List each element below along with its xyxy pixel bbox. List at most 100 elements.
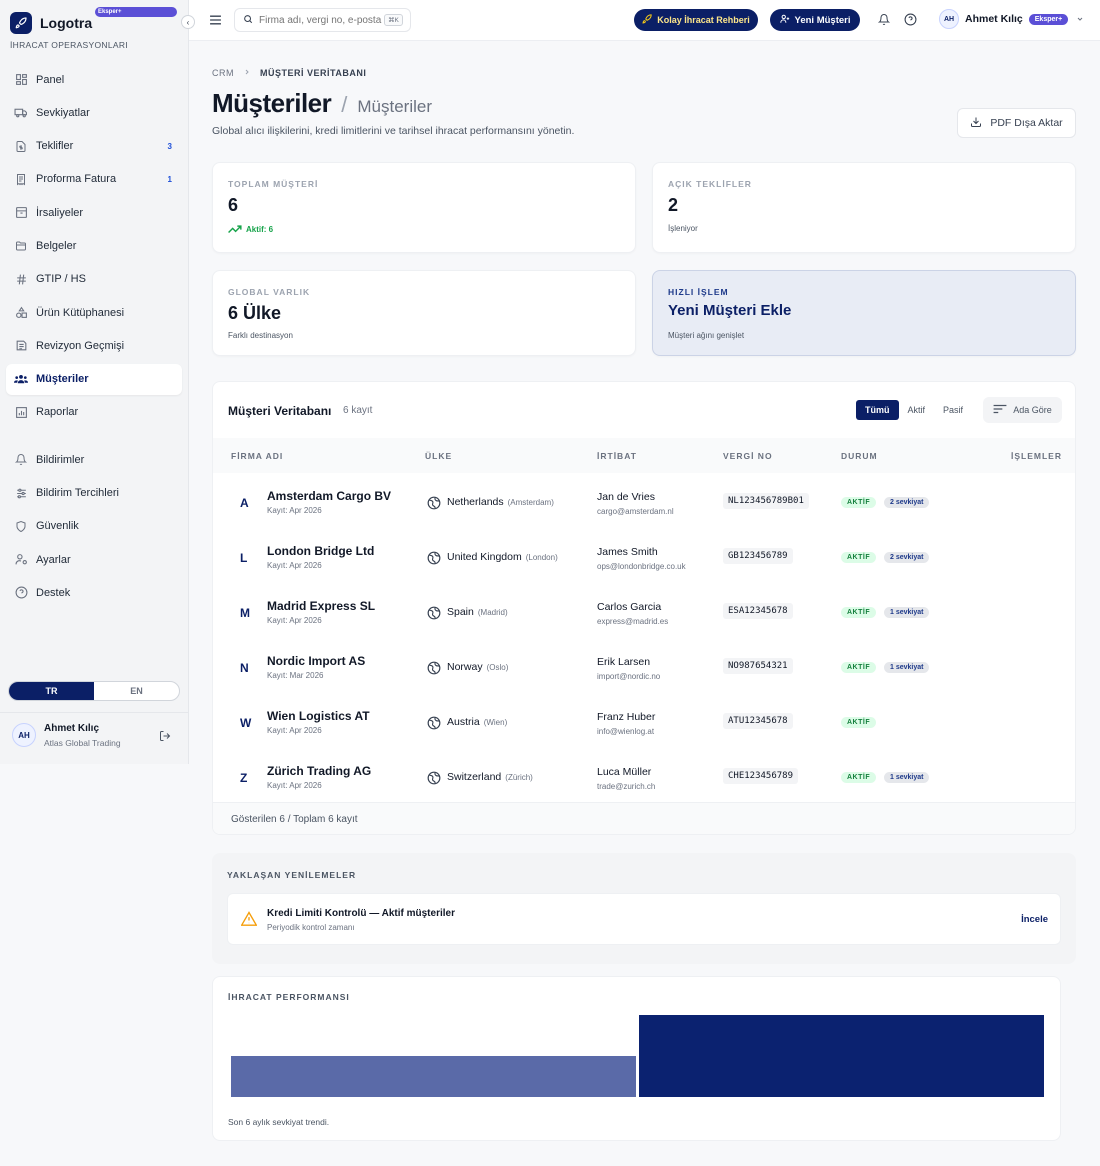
city-name: (Oslo) xyxy=(486,663,509,672)
sidebar-item-security[interactable]: Güvenlik xyxy=(6,511,182,542)
export-guide-button[interactable]: Kolay İhracat Rehberi xyxy=(634,9,758,31)
sidebar-nav: Panel Sevkiyatlar Teklifler 3 Proforma F… xyxy=(6,64,182,611)
search-input[interactable] xyxy=(259,14,384,26)
export-pdf-button[interactable]: PDF Dışa Aktar xyxy=(957,108,1076,138)
sidebar-item-notification-preferences[interactable]: Bildirim Tercihleri xyxy=(6,478,182,509)
sidebar-item-support[interactable]: Destek xyxy=(6,577,182,608)
sidebar-item-customers[interactable]: Müşteriler xyxy=(6,363,182,395)
column-header-contact[interactable]: İRTİBAT xyxy=(597,451,637,461)
company-name[interactable]: Madrid Express SL xyxy=(267,599,375,613)
table-row[interactable]: M Madrid Express SL Kayıt: Apr 2026 Spai… xyxy=(213,585,1075,640)
column-header-company[interactable]: FİRMA ADI xyxy=(231,451,283,461)
sidebar-item-panel[interactable]: Panel xyxy=(6,64,182,95)
sort-button[interactable]: Ada Göre xyxy=(983,397,1062,423)
sidebar-item-settings[interactable]: Ayarlar xyxy=(6,544,182,575)
language-tr-button[interactable]: TR xyxy=(9,682,94,700)
company-name[interactable]: Wien Logistics AT xyxy=(267,709,370,723)
bell-icon[interactable] xyxy=(877,13,891,31)
sidebar-item-label: Panel xyxy=(36,73,65,86)
table-count: 6 kayıt xyxy=(343,405,373,416)
contact-name: Franz Huber xyxy=(597,711,656,723)
sidebar-item-revision-history[interactable]: Revizyon Geçmişi xyxy=(6,330,182,361)
bar-chart-icon xyxy=(14,405,28,419)
collapse-sidebar-button[interactable]: ‹ xyxy=(181,15,195,29)
truck-icon xyxy=(14,106,28,120)
page-title: Müşteriler / Müşteriler xyxy=(212,88,432,119)
sidebar-item-label: Proforma Fatura xyxy=(36,173,117,186)
sidebar-item-label: Bildirimler xyxy=(36,453,85,466)
sidebar-item-gtip[interactable]: GTIP / HS xyxy=(6,264,182,295)
sidebar-item-product-library[interactable]: Ürün Kütüphanesi xyxy=(6,297,182,328)
status-badge: AKTİF xyxy=(841,662,877,673)
brand[interactable]: Logotra xyxy=(10,12,92,34)
company-name[interactable]: London Bridge Ltd xyxy=(267,544,374,558)
bell-icon xyxy=(14,453,28,467)
user-company: Atlas Global Trading xyxy=(44,738,121,748)
filter-passive[interactable]: Pasif xyxy=(934,400,972,420)
breadcrumb-crm[interactable]: CRM xyxy=(212,68,234,78)
tax-number: ATU12345678 xyxy=(723,713,793,729)
brand-subtitle: İHRACAT OPERASYONLARI xyxy=(10,40,128,50)
column-header-country[interactable]: ÜLKE xyxy=(425,451,452,461)
sidebar-item-documents[interactable]: Belgeler xyxy=(6,230,182,261)
table-row[interactable]: N Nordic Import AS Kayıt: Mar 2026 Norwa… xyxy=(213,640,1075,695)
contact-email[interactable]: trade@zurich.ch xyxy=(597,782,655,791)
company-name[interactable]: Nordic Import AS xyxy=(267,654,365,668)
sidebar-item-reports[interactable]: Raporlar xyxy=(6,397,182,428)
company-name[interactable]: Amsterdam Cargo BV xyxy=(267,489,391,503)
sidebar-item-shipments[interactable]: Sevkiyatlar xyxy=(6,97,182,128)
table-row[interactable]: Z Zürich Trading AG Kayıt: Apr 2026 Swit… xyxy=(213,750,1075,805)
contact-email[interactable]: cargo@amsterdam.nl xyxy=(597,507,674,516)
section-label: İHRACAT PERFORMANSI xyxy=(228,992,350,1002)
contact-email[interactable]: ops@londonbridge.co.uk xyxy=(597,562,686,571)
table-row[interactable]: W Wien Logistics AT Kayıt: Apr 2026 Aust… xyxy=(213,695,1075,750)
globe-icon xyxy=(427,496,441,515)
sidebar-item-waybills[interactable]: İrsaliyeler xyxy=(6,197,182,228)
column-header-status[interactable]: DURUM xyxy=(841,451,878,461)
breadcrumb: CRM MÜŞTERİ VERİTABANI xyxy=(212,68,366,78)
filter-active[interactable]: Aktif xyxy=(899,400,935,420)
user-menu[interactable]: AH Ahmet Kılıç Eksper+ xyxy=(939,9,1084,29)
quick-add-customer-card[interactable]: HIZLI İŞLEM Yeni Müşteri Ekle Müşteri ağ… xyxy=(652,270,1076,356)
table-row[interactable]: L London Bridge Ltd Kayıt: Apr 2026 Unit… xyxy=(213,530,1075,585)
table-row[interactable]: A Amsterdam Cargo BV Kayıt: Apr 2026 Net… xyxy=(213,475,1075,530)
menu-icon[interactable] xyxy=(209,13,222,31)
sidebar-item-label: İrsaliyeler xyxy=(36,206,84,219)
stat-total-customers: TOPLAM MÜŞTERİ 6 Aktif: 6 xyxy=(212,162,636,253)
topbar: ⌘K Kolay İhracat Rehberi Yeni Müşteri AH… xyxy=(189,0,1100,41)
plan-badge: Eksper+ xyxy=(95,7,177,17)
sidebar-item-quotes[interactable]: Teklifler 3 xyxy=(6,131,182,162)
sidebar-item-label: Raporlar xyxy=(36,406,79,419)
logout-icon[interactable] xyxy=(159,729,171,747)
column-header-tax[interactable]: VERGİ NO xyxy=(723,451,773,461)
search-shortcut: ⌘K xyxy=(384,14,403,26)
shipment-count-badge: 1 sevkiyat xyxy=(884,772,930,783)
company-name[interactable]: Zürich Trading AG xyxy=(267,764,371,778)
filter-all[interactable]: Tümü xyxy=(856,400,899,420)
stat-label: TOPLAM MÜŞTERİ xyxy=(228,179,319,189)
renewal-item: Kredi Limiti Kontrolü — Aktif müşteriler… xyxy=(227,893,1061,945)
help-circle-icon[interactable] xyxy=(904,13,917,31)
stat-value: 6 Ülke xyxy=(228,303,282,323)
company-initial: N xyxy=(240,661,249,675)
status-badge: AKTİF xyxy=(841,772,877,783)
chart-bar-2 xyxy=(639,1015,1044,1097)
language-en-button[interactable]: EN xyxy=(94,682,179,700)
column-header-actions: İŞLEMLER xyxy=(1011,451,1062,461)
globe-icon xyxy=(427,771,441,790)
breadcrumb-current: MÜŞTERİ VERİTABANI xyxy=(260,68,367,78)
section-label: YAKLAŞAN YENİLEMELER xyxy=(227,870,357,880)
contact-email[interactable]: import@nordic.no xyxy=(597,672,660,681)
new-customer-button[interactable]: Yeni Müşteri xyxy=(770,9,860,31)
contact-name: Jan de Vries xyxy=(597,491,655,503)
contact-email[interactable]: express@madrid.es xyxy=(597,617,668,626)
contact-email[interactable]: info@wienlog.at xyxy=(597,727,654,736)
sidebar-item-notifications[interactable]: Bildirimler xyxy=(6,444,182,475)
city-name: (Wien) xyxy=(483,718,508,727)
user-name: Ahmet Kılıç xyxy=(44,723,100,734)
sidebar-item-proforma[interactable]: Proforma Fatura 1 xyxy=(6,164,182,195)
sort-label: Ada Göre xyxy=(1013,405,1052,415)
sliders-icon xyxy=(14,486,28,500)
review-link[interactable]: İncele xyxy=(1021,914,1048,925)
sidebar-user: AH Ahmet Kılıç Atlas Global Trading xyxy=(0,712,189,764)
